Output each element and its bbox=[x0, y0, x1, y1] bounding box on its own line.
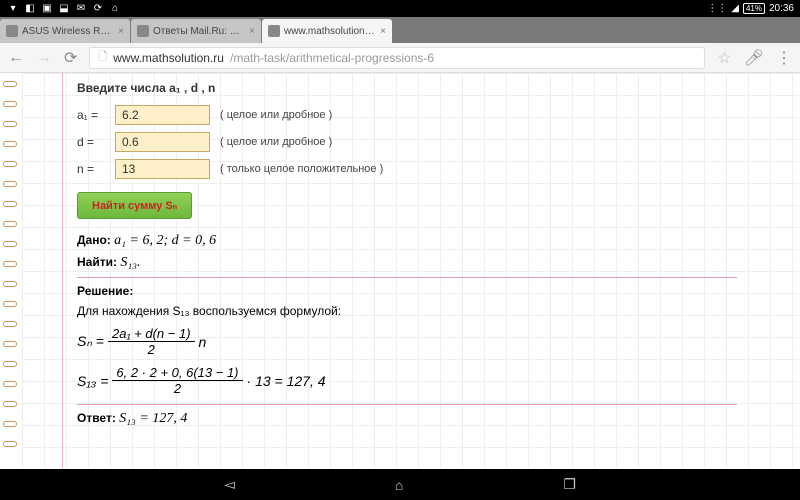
status-icon: ⟳ bbox=[91, 2, 105, 16]
d-label: d = bbox=[77, 135, 115, 149]
given-label: Дано: bbox=[77, 233, 111, 247]
n-input[interactable] bbox=[115, 159, 210, 179]
status-icon: ▾ bbox=[6, 2, 20, 16]
a1-hint: ( целое или дробное ) bbox=[220, 109, 332, 121]
tab-label: ASUS Wireless Route bbox=[22, 26, 114, 37]
tab-mathsolution[interactable]: www.mathsolution.ru × bbox=[262, 19, 392, 43]
formula-num: 6, 2 · 2 + 0, 6(13 − 1) bbox=[112, 365, 242, 380]
given-value: a₁ = 6, 2; d = 0, 6 bbox=[114, 233, 216, 248]
url-domain: www.mathsolution.ru bbox=[113, 51, 224, 65]
solution-explain: Для нахождения S₁₃ воспользуемся формуло… bbox=[77, 304, 800, 318]
n-label: n = bbox=[77, 162, 115, 176]
find-label: Найти: bbox=[77, 255, 117, 269]
formula-den: 2 bbox=[144, 342, 159, 357]
battery-indicator: 41% bbox=[743, 3, 765, 14]
favicon bbox=[268, 25, 280, 37]
favicon bbox=[137, 25, 149, 37]
answer-label: Ответ: bbox=[77, 411, 116, 425]
tab-mailru[interactable]: Ответы Mail.Ru: Дан × bbox=[131, 19, 261, 43]
status-icon: ✉ bbox=[74, 2, 88, 16]
divider bbox=[77, 277, 737, 278]
notebook-spiral bbox=[0, 73, 22, 469]
formula-general: Sₙ = 2a₁ + d(n − 1)2 n bbox=[77, 326, 800, 357]
browser-tabs: ASUS Wireless Route × Ответы Mail.Ru: Дан… bbox=[0, 17, 800, 43]
android-nav-bar: ◅ ⌂ ❐ bbox=[0, 469, 800, 500]
d-input[interactable] bbox=[115, 132, 210, 152]
clock: 20:36 bbox=[769, 3, 794, 14]
find-value: S₁₃. bbox=[120, 255, 140, 270]
close-icon[interactable]: × bbox=[118, 26, 124, 37]
android-status-bar: ▾ ◧ ▣ ⬓ ✉ ⟳ ⌂ ⋮⋮ ◢ 41% 20:36 bbox=[0, 0, 800, 17]
close-icon[interactable]: × bbox=[249, 26, 255, 37]
favicon bbox=[6, 25, 18, 37]
formula-lhs: S₁₃ = bbox=[77, 373, 108, 389]
back-button[interactable]: ← bbox=[8, 49, 24, 67]
site-icon: 🗋 bbox=[98, 48, 107, 67]
status-icon: ◧ bbox=[23, 2, 37, 16]
a1-input[interactable] bbox=[115, 105, 210, 125]
address-bar[interactable]: 🗋 www.mathsolution.ru/math-task/arithmet… bbox=[89, 47, 705, 69]
solution-label: Решение: bbox=[77, 284, 800, 298]
status-icon: ⌂ bbox=[108, 2, 122, 16]
close-icon[interactable]: × bbox=[380, 26, 386, 37]
reload-button[interactable]: ⟳ bbox=[64, 48, 77, 68]
status-icon: ▣ bbox=[40, 2, 54, 16]
mic-icon[interactable]: 🎤︎ bbox=[744, 48, 764, 68]
answer-value: S₁₃ = 127, 4 bbox=[119, 411, 187, 426]
d-hint: ( целое или дробное ) bbox=[220, 136, 332, 148]
tab-label: Ответы Mail.Ru: Дан bbox=[153, 26, 245, 37]
formula-tail: n bbox=[199, 334, 207, 350]
tab-label: www.mathsolution.ru bbox=[284, 26, 376, 37]
formula-num: 2a₁ + d(n − 1) bbox=[108, 326, 195, 341]
formula-tail: · 13 = 127, 4 bbox=[247, 373, 326, 389]
divider bbox=[77, 404, 737, 405]
bookmark-icon[interactable]: ☆ bbox=[717, 48, 731, 68]
formula-den: 2 bbox=[170, 381, 185, 396]
menu-icon[interactable]: ⋮ bbox=[776, 48, 792, 68]
tab-asus[interactable]: ASUS Wireless Route × bbox=[0, 19, 130, 43]
recent-softkey[interactable]: ❐ bbox=[563, 476, 576, 493]
wifi-icon: ⋮⋮ bbox=[707, 3, 727, 14]
formula-lhs: Sₙ = bbox=[77, 333, 104, 350]
back-softkey[interactable]: ◅ bbox=[224, 476, 235, 493]
browser-toolbar: ← → ⟳ 🗋 www.mathsolution.ru/math-task/ar… bbox=[0, 43, 800, 73]
forward-button[interactable]: → bbox=[36, 49, 52, 67]
notebook-paper: Введите числа a₁ , d , n a₁ = ( целое ил… bbox=[22, 73, 800, 469]
a1-label: a₁ = bbox=[77, 108, 115, 122]
form-heading: Введите числа a₁ , d , n bbox=[77, 81, 800, 95]
status-icon: ⬓ bbox=[57, 2, 71, 16]
page-content: Введите числа a₁ , d , n a₁ = ( целое ил… bbox=[0, 73, 800, 469]
home-softkey[interactable]: ⌂ bbox=[395, 477, 403, 493]
signal-icon: ◢ bbox=[731, 3, 739, 14]
find-sum-button[interactable]: Найти сумму Sₙ bbox=[77, 192, 192, 219]
n-hint: ( только целое положительное ) bbox=[220, 163, 383, 175]
url-path: /math-task/arithmetical-progressions-6 bbox=[230, 51, 434, 65]
formula-instance: S₁₃ = 6, 2 · 2 + 0, 6(13 − 1)2 · 13 = 12… bbox=[77, 365, 800, 396]
